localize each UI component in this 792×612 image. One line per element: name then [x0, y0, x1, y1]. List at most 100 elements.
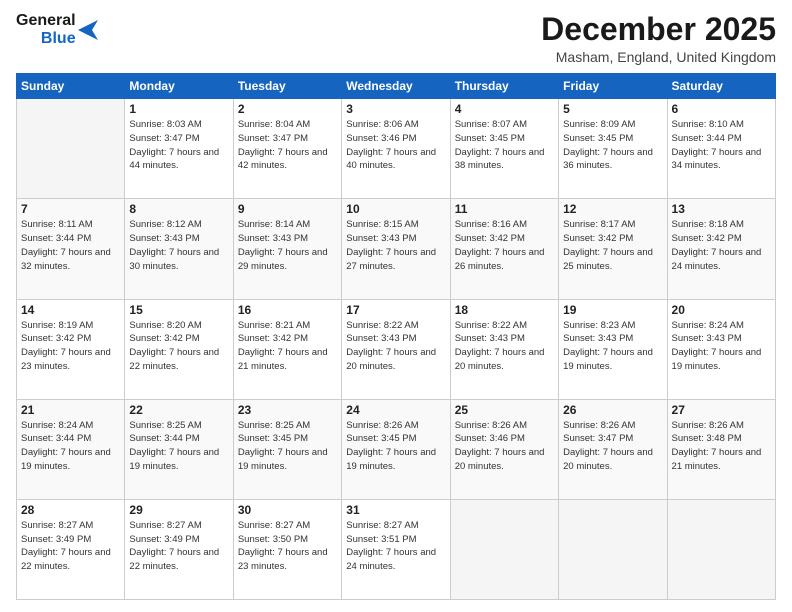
day-info: Sunrise: 8:26 AM Sunset: 3:46 PM Dayligh… — [455, 419, 554, 474]
sunrise-text: Sunrise: 8:22 AM — [455, 320, 527, 331]
day-info: Sunrise: 8:06 AM Sunset: 3:46 PM Dayligh… — [346, 118, 445, 173]
cell-w5-d3: 30 Sunrise: 8:27 AM Sunset: 3:50 PM Dayl… — [233, 499, 341, 599]
week-row-3: 14 Sunrise: 8:19 AM Sunset: 3:42 PM Dayl… — [17, 299, 776, 399]
daylight-text: Daylight: 7 hours and 21 minutes. — [672, 447, 762, 472]
day-number: 28 — [21, 503, 120, 517]
logo-bird-icon — [78, 16, 98, 44]
sunset-text: Sunset: 3:43 PM — [672, 333, 742, 344]
day-info: Sunrise: 8:27 AM Sunset: 3:50 PM Dayligh… — [238, 519, 337, 574]
cell-w1-d7: 6 Sunrise: 8:10 AM Sunset: 3:44 PM Dayli… — [667, 99, 775, 199]
day-number: 24 — [346, 403, 445, 417]
cell-w5-d2: 29 Sunrise: 8:27 AM Sunset: 3:49 PM Dayl… — [125, 499, 233, 599]
page: General Blue December 2025 Masham, Engla… — [0, 0, 792, 612]
day-info: Sunrise: 8:10 AM Sunset: 3:44 PM Dayligh… — [672, 118, 771, 173]
sunrise-text: Sunrise: 8:27 AM — [21, 520, 93, 531]
cell-w1-d2: 1 Sunrise: 8:03 AM Sunset: 3:47 PM Dayli… — [125, 99, 233, 199]
day-info: Sunrise: 8:11 AM Sunset: 3:44 PM Dayligh… — [21, 218, 120, 273]
day-number: 31 — [346, 503, 445, 517]
day-info: Sunrise: 8:27 AM Sunset: 3:49 PM Dayligh… — [129, 519, 228, 574]
cell-w4-d7: 27 Sunrise: 8:26 AM Sunset: 3:48 PM Dayl… — [667, 399, 775, 499]
day-info: Sunrise: 8:04 AM Sunset: 3:47 PM Dayligh… — [238, 118, 337, 173]
cell-w4-d2: 22 Sunrise: 8:25 AM Sunset: 3:44 PM Dayl… — [125, 399, 233, 499]
daylight-text: Daylight: 7 hours and 19 minutes. — [346, 447, 436, 472]
day-number: 8 — [129, 202, 228, 216]
sunset-text: Sunset: 3:44 PM — [21, 233, 91, 244]
header-wednesday: Wednesday — [342, 74, 450, 99]
sunset-text: Sunset: 3:42 PM — [21, 333, 91, 344]
daylight-text: Daylight: 7 hours and 36 minutes. — [563, 147, 653, 172]
day-number: 6 — [672, 102, 771, 116]
day-number: 27 — [672, 403, 771, 417]
sunrise-text: Sunrise: 8:04 AM — [238, 119, 310, 130]
sunset-text: Sunset: 3:47 PM — [563, 433, 633, 444]
sunrise-text: Sunrise: 8:18 AM — [672, 219, 744, 230]
day-info: Sunrise: 8:24 AM Sunset: 3:43 PM Dayligh… — [672, 319, 771, 374]
day-info: Sunrise: 8:21 AM Sunset: 3:42 PM Dayligh… — [238, 319, 337, 374]
sunrise-text: Sunrise: 8:26 AM — [672, 420, 744, 431]
day-number: 14 — [21, 303, 120, 317]
logo-general: General — [16, 12, 76, 30]
cell-w5-d1: 28 Sunrise: 8:27 AM Sunset: 3:49 PM Dayl… — [17, 499, 125, 599]
daylight-text: Daylight: 7 hours and 26 minutes. — [455, 247, 545, 272]
day-number: 21 — [21, 403, 120, 417]
day-info: Sunrise: 8:14 AM Sunset: 3:43 PM Dayligh… — [238, 218, 337, 273]
day-number: 17 — [346, 303, 445, 317]
day-number: 1 — [129, 102, 228, 116]
sunset-text: Sunset: 3:49 PM — [21, 534, 91, 545]
day-info: Sunrise: 8:26 AM Sunset: 3:45 PM Dayligh… — [346, 419, 445, 474]
day-info: Sunrise: 8:22 AM Sunset: 3:43 PM Dayligh… — [455, 319, 554, 374]
header-thursday: Thursday — [450, 74, 558, 99]
daylight-text: Daylight: 7 hours and 29 minutes. — [238, 247, 328, 272]
day-info: Sunrise: 8:12 AM Sunset: 3:43 PM Dayligh… — [129, 218, 228, 273]
sunset-text: Sunset: 3:43 PM — [346, 333, 416, 344]
cell-w1-d1 — [17, 99, 125, 199]
day-number: 9 — [238, 202, 337, 216]
sunset-text: Sunset: 3:50 PM — [238, 534, 308, 545]
cell-w3-d4: 17 Sunrise: 8:22 AM Sunset: 3:43 PM Dayl… — [342, 299, 450, 399]
day-info: Sunrise: 8:26 AM Sunset: 3:48 PM Dayligh… — [672, 419, 771, 474]
cell-w2-d1: 7 Sunrise: 8:11 AM Sunset: 3:44 PM Dayli… — [17, 199, 125, 299]
cell-w3-d7: 20 Sunrise: 8:24 AM Sunset: 3:43 PM Dayl… — [667, 299, 775, 399]
day-number: 26 — [563, 403, 662, 417]
daylight-text: Daylight: 7 hours and 19 minutes. — [563, 347, 653, 372]
day-info: Sunrise: 8:23 AM Sunset: 3:43 PM Dayligh… — [563, 319, 662, 374]
sunrise-text: Sunrise: 8:27 AM — [238, 520, 310, 531]
daylight-text: Daylight: 7 hours and 24 minutes. — [346, 547, 436, 572]
day-number: 13 — [672, 202, 771, 216]
sunrise-text: Sunrise: 8:24 AM — [672, 320, 744, 331]
daylight-text: Daylight: 7 hours and 19 minutes. — [21, 447, 111, 472]
sunrise-text: Sunrise: 8:24 AM — [21, 420, 93, 431]
day-info: Sunrise: 8:07 AM Sunset: 3:45 PM Dayligh… — [455, 118, 554, 173]
sunset-text: Sunset: 3:45 PM — [455, 133, 525, 144]
cell-w4-d5: 25 Sunrise: 8:26 AM Sunset: 3:46 PM Dayl… — [450, 399, 558, 499]
sunrise-text: Sunrise: 8:07 AM — [455, 119, 527, 130]
day-number: 5 — [563, 102, 662, 116]
cell-w5-d5 — [450, 499, 558, 599]
sunset-text: Sunset: 3:42 PM — [129, 333, 199, 344]
cell-w3-d3: 16 Sunrise: 8:21 AM Sunset: 3:42 PM Dayl… — [233, 299, 341, 399]
sunrise-text: Sunrise: 8:06 AM — [346, 119, 418, 130]
daylight-text: Daylight: 7 hours and 19 minutes. — [129, 447, 219, 472]
cell-w2-d3: 9 Sunrise: 8:14 AM Sunset: 3:43 PM Dayli… — [233, 199, 341, 299]
daylight-text: Daylight: 7 hours and 42 minutes. — [238, 147, 328, 172]
sunrise-text: Sunrise: 8:22 AM — [346, 320, 418, 331]
sunset-text: Sunset: 3:43 PM — [346, 233, 416, 244]
day-number: 22 — [129, 403, 228, 417]
sunrise-text: Sunrise: 8:14 AM — [238, 219, 310, 230]
sunset-text: Sunset: 3:51 PM — [346, 534, 416, 545]
day-info: Sunrise: 8:24 AM Sunset: 3:44 PM Dayligh… — [21, 419, 120, 474]
day-number: 7 — [21, 202, 120, 216]
sunset-text: Sunset: 3:42 PM — [238, 333, 308, 344]
day-number: 15 — [129, 303, 228, 317]
sunset-text: Sunset: 3:45 PM — [238, 433, 308, 444]
day-info: Sunrise: 8:25 AM Sunset: 3:44 PM Dayligh… — [129, 419, 228, 474]
day-number: 4 — [455, 102, 554, 116]
cell-w4-d1: 21 Sunrise: 8:24 AM Sunset: 3:44 PM Dayl… — [17, 399, 125, 499]
sunrise-text: Sunrise: 8:17 AM — [563, 219, 635, 230]
sunset-text: Sunset: 3:43 PM — [129, 233, 199, 244]
daylight-text: Daylight: 7 hours and 23 minutes. — [21, 347, 111, 372]
sunrise-text: Sunrise: 8:26 AM — [346, 420, 418, 431]
daylight-text: Daylight: 7 hours and 20 minutes. — [346, 347, 436, 372]
sunrise-text: Sunrise: 8:27 AM — [346, 520, 418, 531]
daylight-text: Daylight: 7 hours and 40 minutes. — [346, 147, 436, 172]
